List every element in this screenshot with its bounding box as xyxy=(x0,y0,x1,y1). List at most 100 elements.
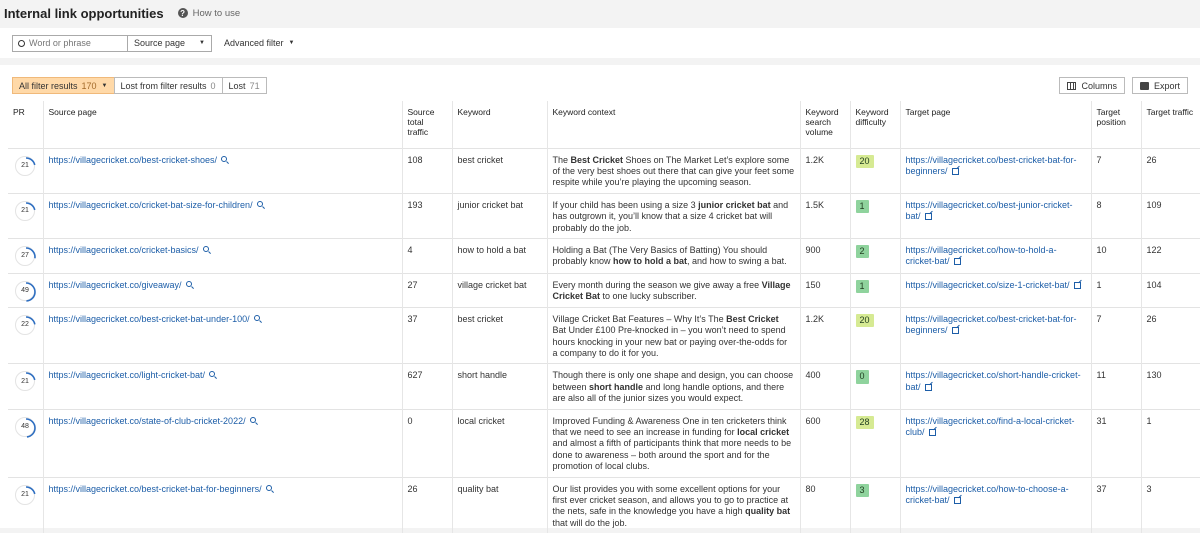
external-link-icon[interactable] xyxy=(951,327,959,335)
keyword-difficulty-cell: 28 xyxy=(849,408,900,478)
advanced-filter-label: Advanced filter xyxy=(224,38,284,48)
export-button[interactable]: Export xyxy=(1131,77,1188,94)
table-row: 22 https://villagecricket.co/best-cricket… xyxy=(8,306,1200,364)
pr-gauge-arc xyxy=(16,372,36,393)
external-link-icon[interactable] xyxy=(928,429,936,436)
kd-badge: 2 xyxy=(855,244,869,259)
external-link-icon[interactable] xyxy=(1073,281,1081,289)
source-page-link[interactable]: https://villagecricket.co/giveaway/ xyxy=(49,280,182,290)
magnifier-icon[interactable] xyxy=(256,200,263,207)
search-box[interactable] xyxy=(12,34,128,52)
external-link-icon[interactable] xyxy=(924,383,932,391)
source-page-link[interactable]: https://villagecricket.co/best-cricket-b… xyxy=(49,484,262,494)
chevron-down-icon: ▼ xyxy=(199,40,205,46)
keyword-highlight: short handle xyxy=(589,381,644,392)
search-scope-select[interactable]: Source page ▼ xyxy=(128,34,212,52)
pr-gauge: 21 xyxy=(15,484,36,506)
col-pr[interactable]: PR xyxy=(8,101,43,148)
external-link-icon[interactable] xyxy=(924,213,932,221)
magnifier-icon[interactable] xyxy=(253,314,260,321)
pr-cell: 21 xyxy=(8,476,43,533)
table-row: 21 https://villagecricket.co/best-cricket… xyxy=(8,147,1200,194)
target-page-cell: https://villagecricket.co/short-handle-c… xyxy=(899,363,1091,410)
target-position-cell: 8 xyxy=(1090,192,1141,239)
filter-bar: Source page ▼ Advanced filter ▼ xyxy=(0,28,1200,58)
source-page-cell: https://villagecricket.co/best-cricket-b… xyxy=(42,476,402,533)
table-row: 21 https://villagecricket.co/best-cricket… xyxy=(8,476,1200,533)
target-traffic-cell: 104 xyxy=(1140,272,1200,308)
source-traffic-cell: 193 xyxy=(401,192,452,239)
keyword-difficulty-cell: 1 xyxy=(849,272,900,308)
keyword-context-cell: Holding a Bat (The Very Basics of Battin… xyxy=(546,237,800,274)
target-page-link[interactable]: https://villagecricket.co/best-cricket-b… xyxy=(906,155,1077,176)
keyword-context-cell: Improved Funding & Awareness One in ten … xyxy=(546,408,800,478)
advanced-filter-button[interactable]: Advanced filter ▼ xyxy=(224,38,295,48)
pr-gauge-arc xyxy=(16,247,36,267)
search-input[interactable] xyxy=(29,38,117,48)
results-table: PR Source page Source total traffic Keyw… xyxy=(8,101,1200,533)
context-text: that will do the job. xyxy=(552,517,628,528)
source-page-cell: https://villagecricket.co/state-of-club-… xyxy=(42,408,402,478)
pr-gauge: 22 xyxy=(15,314,36,336)
external-link-icon[interactable] xyxy=(953,497,961,505)
target-page-link[interactable]: https://villagecricket.co/size-1-cricket… xyxy=(906,280,1070,290)
keyword-context-cell: Every month during the season we give aw… xyxy=(546,272,800,308)
source-traffic-cell: 108 xyxy=(401,147,452,194)
context-text: The xyxy=(552,154,571,165)
how-to-use-label: How to use xyxy=(192,7,241,19)
col-keyword[interactable]: Keyword xyxy=(451,101,547,148)
col-keyword-context[interactable]: Keyword context xyxy=(546,101,800,148)
target-page-cell: https://villagecricket.co/find-a-local-c… xyxy=(899,408,1091,478)
target-traffic-cell: 26 xyxy=(1140,147,1200,194)
target-traffic-cell: 109 xyxy=(1140,192,1200,239)
tab-lost[interactable]: Lost 71 xyxy=(221,77,267,94)
target-page-link[interactable]: https://villagecricket.co/how-to-choose-… xyxy=(906,484,1069,505)
magnifier-icon[interactable] xyxy=(249,416,256,423)
col-keyword-difficulty[interactable]: Keyword difficulty xyxy=(849,101,900,148)
col-target-traffic[interactable]: Target traffic xyxy=(1140,101,1200,148)
source-page-link[interactable]: https://villagecricket.co/cricket-basics… xyxy=(49,245,199,255)
col-source-page[interactable]: Source page xyxy=(42,101,402,148)
col-target-position[interactable]: Target position xyxy=(1090,101,1141,148)
keyword-context-cell: The Best Cricket Shoes on The Market Let… xyxy=(546,147,800,194)
table-actions: Columns Export xyxy=(1052,77,1188,94)
col-search-volume[interactable]: Keyword search volume xyxy=(799,101,850,148)
keyword-difficulty-cell: 20 xyxy=(849,147,900,194)
source-page-link[interactable]: https://villagecricket.co/light-cricket-… xyxy=(49,370,206,380)
how-to-use-link[interactable]: ? How to use xyxy=(177,7,241,19)
target-page-cell: https://villagecricket.co/best-junior-cr… xyxy=(899,192,1091,239)
col-target-page[interactable]: Target page xyxy=(899,101,1091,148)
target-page-link[interactable]: https://villagecricket.co/how-to-hold-a-… xyxy=(906,245,1057,266)
export-label: Export xyxy=(1153,80,1180,91)
pr-gauge-arc xyxy=(16,201,36,222)
tab-all-filter-results[interactable]: All filter results 170 ▼ xyxy=(12,77,115,94)
search-volume-cell: 600 xyxy=(799,408,850,478)
table-header-row: PR Source page Source total traffic Keyw… xyxy=(8,101,1200,148)
magnifier-icon[interactable] xyxy=(185,280,192,287)
col-source-traffic[interactable]: Source total traffic xyxy=(401,101,452,148)
pr-cell: 21 xyxy=(8,192,43,239)
magnifier-icon[interactable] xyxy=(265,484,272,491)
pr-cell: 48 xyxy=(8,408,43,478)
external-link-icon[interactable] xyxy=(953,258,961,266)
keyword-context-cell: If your child has been using a size 3 ju… xyxy=(546,192,800,239)
columns-button[interactable]: Columns xyxy=(1059,77,1125,94)
pr-gauge-arc xyxy=(16,315,36,336)
columns-label: Columns xyxy=(1081,80,1117,91)
source-page-link[interactable]: https://villagecricket.co/best-cricket-b… xyxy=(49,314,250,324)
magnifier-icon[interactable] xyxy=(202,245,209,252)
pr-gauge: 27 xyxy=(15,245,36,267)
magnifier-icon[interactable] xyxy=(221,155,228,162)
target-position-cell: 10 xyxy=(1090,237,1141,274)
tab-lost-from-filter-results[interactable]: Lost from filter results 0 xyxy=(113,77,223,94)
source-page-link[interactable]: https://villagecricket.co/state-of-club-… xyxy=(49,416,246,426)
source-page-link[interactable]: https://villagecricket.co/cricket-bat-si… xyxy=(49,200,253,210)
target-page-link[interactable]: https://villagecricket.co/best-cricket-b… xyxy=(906,314,1077,335)
external-link-icon[interactable] xyxy=(951,167,959,175)
keyword-difficulty-cell: 2 xyxy=(849,237,900,274)
kd-badge: 3 xyxy=(855,483,869,498)
keyword-cell: quality bat xyxy=(451,476,547,533)
pr-gauge: 21 xyxy=(15,371,36,393)
source-page-link[interactable]: https://villagecricket.co/best-cricket-s… xyxy=(49,155,218,165)
magnifier-icon[interactable] xyxy=(209,371,216,378)
